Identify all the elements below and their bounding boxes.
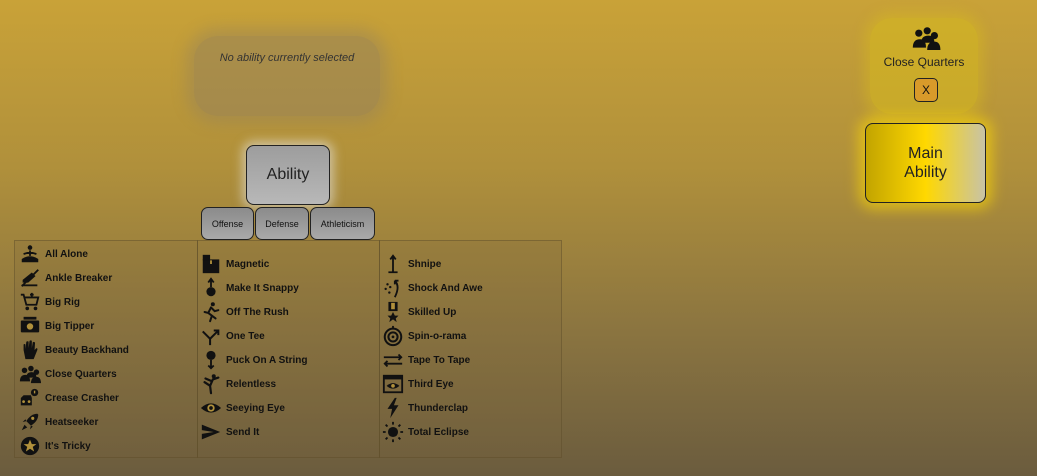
star-circle-icon xyxy=(20,436,40,456)
merge-arrow-icon xyxy=(202,329,220,346)
ability-ankle-breaker[interactable]: Ankle Breaker xyxy=(19,267,112,289)
ability-all-alone[interactable]: All Alone xyxy=(19,243,88,265)
rocket-icon xyxy=(21,413,39,431)
ability-third-eye[interactable]: Third Eye xyxy=(382,373,454,395)
remove-ability-button[interactable]: X xyxy=(914,78,938,102)
send-icon xyxy=(201,424,221,440)
selection-panel: No ability currently selected xyxy=(194,36,380,116)
puck-string-icon xyxy=(206,350,216,370)
ability-shnipe[interactable]: Shnipe xyxy=(382,253,441,275)
ability-heatseeker[interactable]: Heatseeker xyxy=(19,411,98,433)
ability-button[interactable]: Ability xyxy=(246,145,330,205)
main-ability-button[interactable]: Main Ability xyxy=(865,123,986,203)
group-icon xyxy=(912,27,941,50)
ability-skilled-up[interactable]: Skilled Up xyxy=(382,301,456,323)
main-ability-line2: Ability xyxy=(904,164,947,181)
ability-one-tee[interactable]: One Tee xyxy=(200,325,265,347)
snap-icon xyxy=(206,277,216,297)
ability-thunderclap[interactable]: Thunderclap xyxy=(382,397,468,419)
ability-close-quarters[interactable]: Close Quarters xyxy=(19,363,117,385)
ability-beauty-backhand[interactable]: Beauty Backhand xyxy=(19,339,129,361)
eye-icon xyxy=(200,403,222,413)
shot-arrow-icon xyxy=(388,254,398,274)
main-ability-line1: Main xyxy=(908,145,943,162)
medal-icon xyxy=(387,301,399,323)
skate-broken-icon xyxy=(21,269,39,287)
shopping-cart-icon xyxy=(20,292,40,311)
tab-offense[interactable]: Offense xyxy=(201,207,254,240)
ability-its-tricky[interactable]: It's Tricky xyxy=(19,435,91,457)
eye-box-icon xyxy=(382,374,404,394)
runner-icon xyxy=(203,302,220,323)
hand-icon xyxy=(23,340,38,360)
spiral-icon xyxy=(383,325,403,347)
ability-spin-o-rama[interactable]: Spin-o-rama xyxy=(382,325,466,347)
swap-arrows-icon xyxy=(383,353,403,368)
ability-total-eclipse[interactable]: Total Eclipse xyxy=(382,421,469,443)
magnet-icon xyxy=(202,254,220,274)
selected-ability-card: Close Quarters X xyxy=(870,18,978,114)
car-crash-icon xyxy=(20,388,39,406)
ability-tape-to-tape[interactable]: Tape To Tape xyxy=(382,349,470,371)
ability-relentless[interactable]: Relentless xyxy=(200,373,276,395)
ability-send-it[interactable]: Send It xyxy=(200,421,259,443)
ability-shock-and-awe[interactable]: Shock And Awe xyxy=(382,277,483,299)
ability-seeying-eye[interactable]: Seeying Eye xyxy=(200,397,285,419)
selected-ability-title: Close Quarters xyxy=(883,55,965,69)
group-icon xyxy=(19,365,41,384)
ability-list-column-2: Magnetic Make It Snappy Off The Rush One… xyxy=(197,240,380,458)
ability-make-it-snappy[interactable]: Make It Snappy xyxy=(200,277,299,299)
no-selection-text: No ability currently selected xyxy=(219,52,355,64)
lightning-icon xyxy=(387,397,399,419)
money-icon xyxy=(20,316,40,333)
tab-defense[interactable]: Defense xyxy=(255,207,309,240)
ability-list-column-1: All Alone Ankle Breaker Big Rig Big Tipp… xyxy=(14,240,198,458)
ability-big-rig[interactable]: Big Rig xyxy=(19,291,80,313)
ability-big-tipper[interactable]: Big Tipper xyxy=(19,315,94,337)
ability-list-column-3: Shnipe Shock And Awe Skilled Up Spin-o-r… xyxy=(379,240,562,458)
ability-magnetic[interactable]: Magnetic xyxy=(200,253,269,275)
sparkle-icon xyxy=(384,279,399,298)
sun-icon xyxy=(382,421,404,443)
ability-crease-crasher[interactable]: Crease Crasher xyxy=(19,387,119,409)
meditation-icon xyxy=(21,245,39,263)
kick-icon xyxy=(203,374,220,395)
tab-athleticism[interactable]: Athleticism xyxy=(310,207,375,240)
ability-puck-on-a-string[interactable]: Puck On A String xyxy=(200,349,308,371)
ability-off-the-rush[interactable]: Off The Rush xyxy=(200,301,289,323)
